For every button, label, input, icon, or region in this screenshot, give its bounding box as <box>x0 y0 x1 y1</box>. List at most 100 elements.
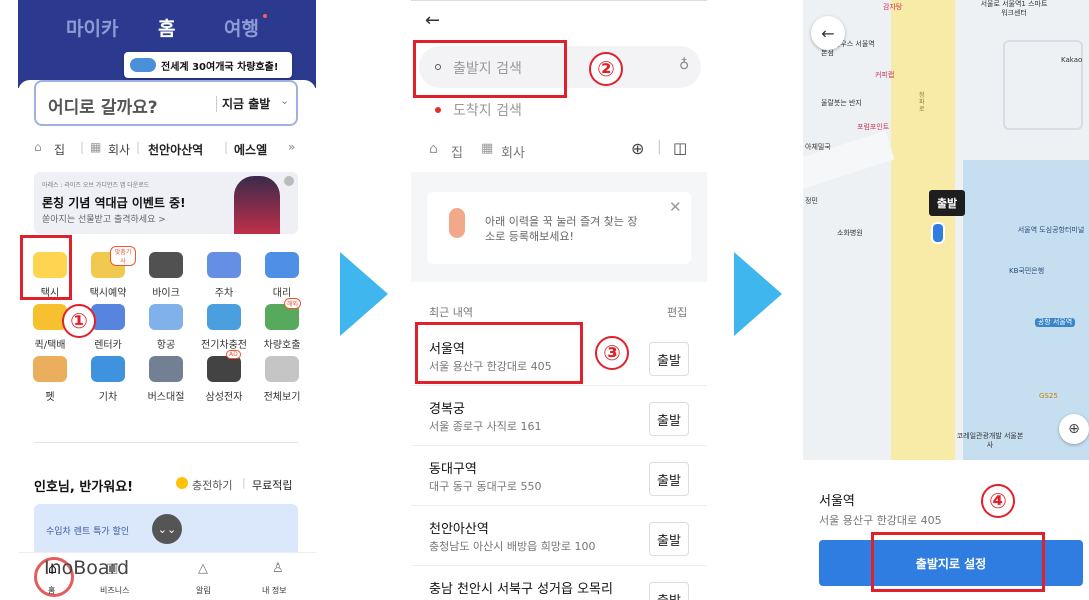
nav-my-info[interactable]: 내 정보 <box>262 585 287 596</box>
user-icon: ♙ <box>272 561 284 576</box>
shortcut-home[interactable]: 집 <box>54 141 65 158</box>
depart-button[interactable]: 출발 <box>649 522 689 556</box>
recent-address: 충청남도 아산시 배방읍 희망로 100 <box>429 540 596 553</box>
service-13[interactable]: 버스대절 <box>138 356 194 403</box>
service-2[interactable]: 택시예약 맞춤기사 <box>80 246 136 299</box>
nav-business[interactable]: 비즈니스 <box>100 585 129 596</box>
destination-search-box[interactable]: 어디로 갈까요? 지금 출발 ⌄ <box>34 80 298 126</box>
map-label-ring: 울랄붓는 반지 <box>821 99 862 107</box>
home-icon: ⌂ <box>48 561 57 577</box>
mic-icon[interactable]: ♁ <box>679 57 689 73</box>
map-label-gamjatang: 감자탕 <box>883 3 903 11</box>
service-label: 삼성전자 <box>205 392 243 403</box>
charge-link[interactable]: 충전하기 <box>192 477 232 493</box>
taxi-marker-icon <box>931 222 945 244</box>
service-10[interactable]: 차량호출 해외 <box>254 298 310 351</box>
step-1-marker: ① <box>62 304 96 338</box>
promo-text: 전세계 30여개국 차량호출! <box>161 61 279 73</box>
finger-press-icon <box>449 208 465 238</box>
pin-label: 출발 <box>929 190 965 216</box>
back-arrow-icon[interactable]: ← <box>811 16 845 50</box>
map-label-coffee: 커피랩 <box>875 71 895 79</box>
home-icon: ⌂ <box>429 141 438 157</box>
service-15[interactable]: 전체보기 <box>254 356 310 403</box>
service-label: 펫 <box>45 392 55 403</box>
ad-subtitle: 쏟아지는 선물받고 출격하세요 > <box>42 215 166 225</box>
shortcut-sl[interactable]: 에스엘 <box>234 141 267 158</box>
place-address: 서울 용산구 한강대로 405 <box>819 514 942 527</box>
recent-item[interactable]: 동대구역대구 동구 동대구로 550 출발 <box>411 446 707 506</box>
map-label-jeongmin: 정민 <box>805 197 818 205</box>
ad-sponsor: 아레스 : 라이즈 오브 가디언즈 앱 다운로드 <box>42 182 150 189</box>
service-icon <box>33 356 67 382</box>
service-icon <box>91 356 125 382</box>
points-link[interactable]: 무료적립 <box>252 477 292 493</box>
tip-text: 아래 이력을 꾹 눌러 즐겨 찾는 장소로 등록해보세요! <box>485 215 638 243</box>
nav-alerts[interactable]: 알림 <box>196 585 211 596</box>
service-14[interactable]: 삼성전자 AD <box>196 350 252 403</box>
divider: | <box>242 476 246 489</box>
service-8[interactable]: 항공 <box>138 304 194 351</box>
depart-button[interactable]: 출발 <box>649 462 689 496</box>
divider: | <box>657 139 662 155</box>
service-icon <box>149 356 183 382</box>
recent-item[interactable]: 충남 천안시 서북구 성거읍 오목리 출발 <box>411 566 707 600</box>
service-3[interactable]: 바이크 <box>138 252 194 299</box>
road-side <box>803 130 895 200</box>
service-label: 차량호출 <box>263 340 301 351</box>
divider: | <box>80 140 85 154</box>
map-label-gs25: GS25 <box>1039 392 1058 400</box>
depart-button[interactable]: 출발 <box>649 582 689 600</box>
service-11[interactable]: 펫 <box>22 356 78 403</box>
recent-item[interactable]: 천안아산역 충청남도 아산시 배방읍 희망로 100 출발 <box>411 506 707 566</box>
crosshair-icon[interactable]: ⊕ <box>631 139 644 158</box>
shortcut-office[interactable]: 회사 <box>501 142 525 161</box>
service-label: 택시예약 <box>89 288 127 299</box>
service-label: 전기차충전 <box>201 340 247 351</box>
building-icon: ▦ <box>90 140 102 154</box>
greeting: 인호님, 반가워요! <box>34 480 134 495</box>
service-12[interactable]: 기차 <box>80 356 136 403</box>
service-5[interactable]: 대리 <box>254 252 310 299</box>
tab-travel[interactable]: 여행 <box>224 14 259 41</box>
back-arrow-icon[interactable]: ← <box>425 10 440 31</box>
service-label: 주차 <box>214 288 234 299</box>
search-placeholder: 어디로 갈까요? <box>48 98 158 118</box>
service-9[interactable]: 전기차충전 <box>196 304 252 351</box>
edit-button[interactable]: 편집 <box>667 304 687 320</box>
recent-name: 경복궁 <box>429 402 465 417</box>
ad-banner[interactable]: 아레스 : 라이즈 오브 가디언즈 앱 다운로드 론칭 기념 역대급 이벤트 중… <box>34 172 298 234</box>
map-icon[interactable]: ◫ <box>673 139 687 157</box>
my-location-icon[interactable]: ⊕ <box>1059 414 1089 444</box>
service-icon <box>207 304 241 330</box>
bottom-nav: InoBoard ⌂ 홈 ▣ 비즈니스 △ 알림 ♙ 내 정보 <box>18 552 316 600</box>
tab-home[interactable]: 홈 <box>158 14 175 41</box>
more-icon[interactable]: » <box>288 140 295 154</box>
service-label: 항공 <box>156 340 176 351</box>
recent-item[interactable]: 경복궁서울 종로구 사직로 161 출발 <box>411 386 707 446</box>
shortcut-office[interactable]: 회사 <box>108 141 130 158</box>
collapse-button[interactable]: ⌄⌄ <box>152 514 182 544</box>
service-4[interactable]: 주차 <box>196 252 252 299</box>
flow-arrow-2 <box>734 252 782 336</box>
tip-card: 아래 이력을 꾹 눌러 즐겨 찾는 장소로 등록해보세요! ✕ <box>427 192 691 264</box>
briefcase-icon: ▣ <box>106 561 119 576</box>
search-screen: ← 출발지 검색 ♁ 도착지 검색 ⌂ 집 ▦ 회사 ⊕ | ◫ 아래 이력을 … <box>411 0 707 600</box>
shortcut-cheonan-asan[interactable]: 천안아산역 <box>148 141 203 158</box>
destination-search-input[interactable]: 도착지 검색 <box>453 100 522 120</box>
depart-button[interactable]: 출발 <box>649 342 689 376</box>
depart-button[interactable]: 출발 <box>649 402 689 436</box>
promo-bubble[interactable]: 전세계 30여개국 차량호출! <box>124 52 292 78</box>
map-label-cheongpa-ro: 청파로 <box>919 92 925 113</box>
close-icon[interactable] <box>284 176 294 186</box>
recent-name: 동대구역 <box>429 462 477 477</box>
close-icon[interactable]: ✕ <box>669 198 682 216</box>
depart-time-select[interactable]: 지금 출발 <box>222 95 270 112</box>
map-label-airport-terminal: 서울역 도심공항터미널 <box>1017 226 1085 234</box>
tab-mycar[interactable]: 마이카 <box>66 14 118 41</box>
recent-address: 대구 동구 동대구로 550 <box>429 480 542 493</box>
recent-address: 서울 종로구 사직로 161 <box>429 420 542 433</box>
recent-label: 최근 내역 <box>429 306 473 319</box>
shortcut-home[interactable]: 집 <box>451 142 463 161</box>
nav-home[interactable]: 홈 <box>48 585 55 596</box>
